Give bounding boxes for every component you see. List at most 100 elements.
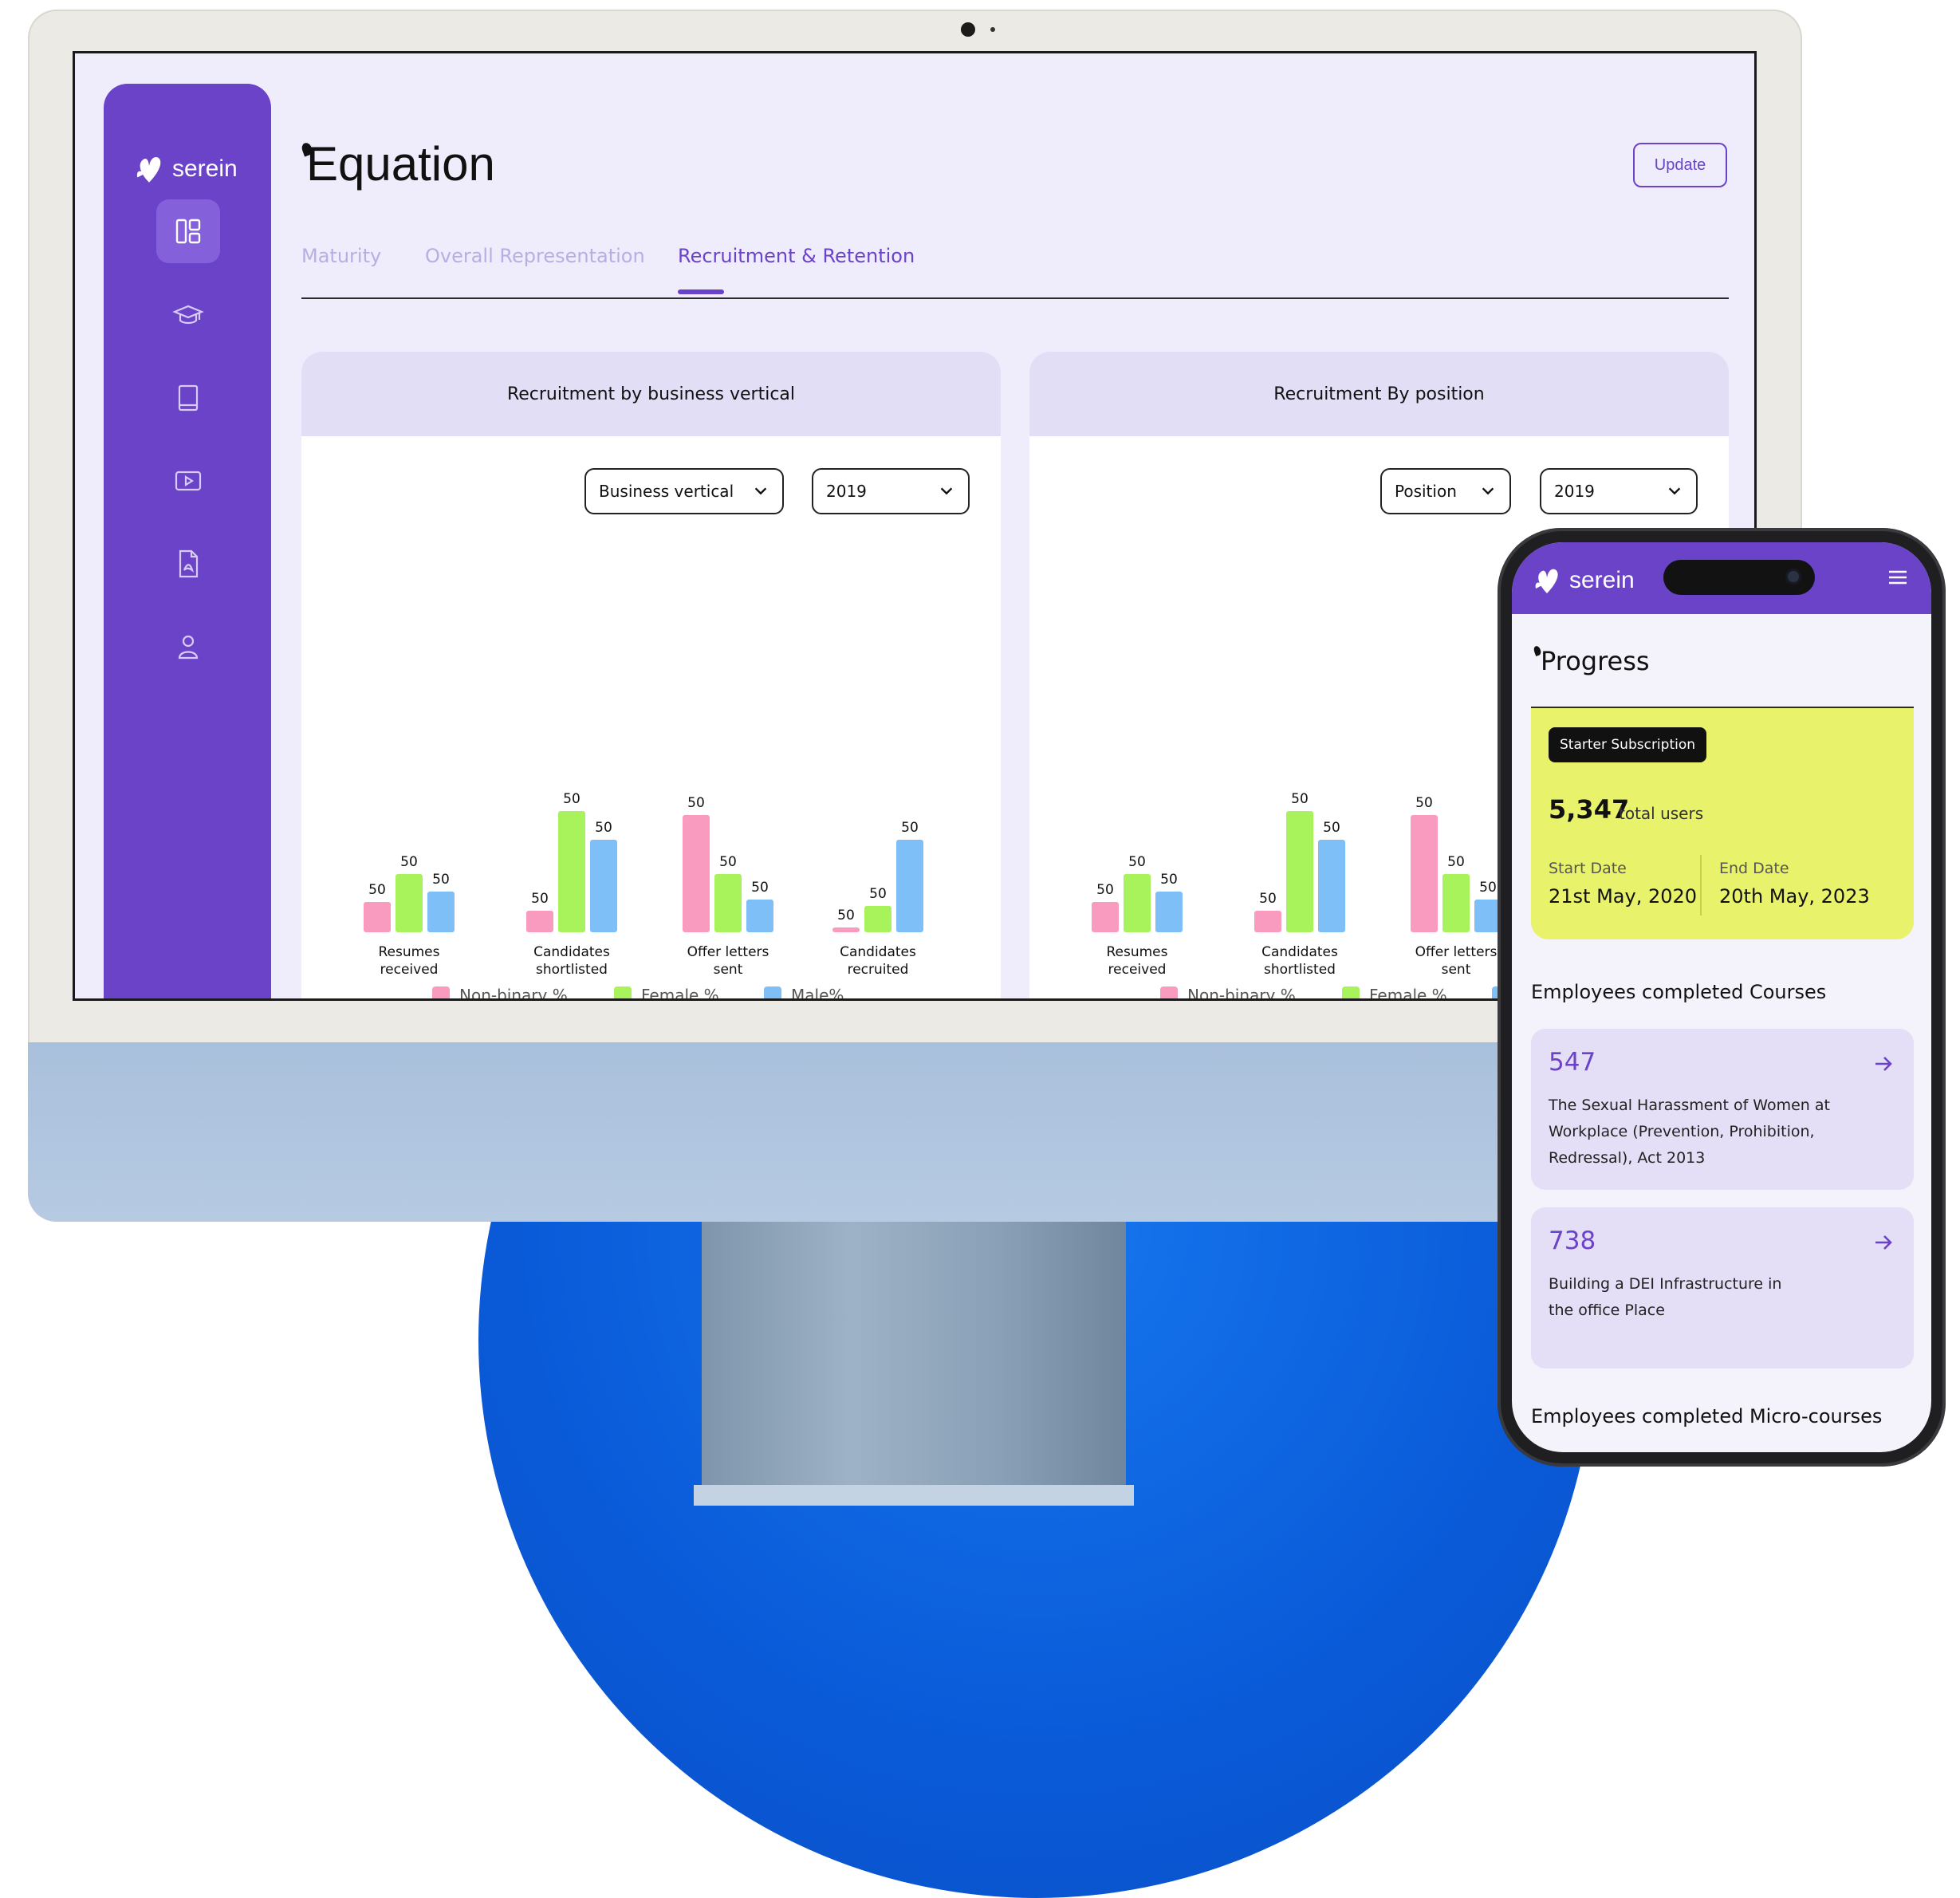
category-label: Candidates [1261, 944, 1338, 960]
hamburger-menu-icon[interactable] [1887, 566, 1909, 589]
category-label: Offer letters [687, 944, 769, 960]
phone-screen: serein Progress Starter Subscription 5,3… [1512, 542, 1931, 1452]
micro-courses-heading: Employees completed Micro-courses [1531, 1405, 1883, 1427]
chart-bar [1411, 815, 1438, 932]
chart-bar [864, 906, 891, 932]
chart-bar [714, 874, 742, 932]
pdf-document-icon [179, 549, 199, 578]
bar-value-label: 50 [368, 882, 386, 898]
start-date-value: 21st May, 2020 [1549, 885, 1698, 908]
active-tab-indicator [678, 289, 724, 294]
bar-value-label: 50 [1479, 880, 1497, 896]
graduation-cap-icon [172, 305, 204, 325]
tab-overall-representation[interactable]: Overall Representation [425, 245, 645, 267]
bar-value-label: 50 [563, 791, 581, 807]
update-button[interactable]: Update [1633, 143, 1727, 187]
recruitment-by-vertical-panel: Recruitment by business vertical Busines… [301, 352, 1001, 1001]
legend-label: Non-binary % [459, 986, 568, 1001]
total-users-label: total users [1619, 804, 1704, 823]
bar-value-label: 50 [751, 880, 769, 896]
chart-bar [590, 840, 617, 932]
courses-heading: Employees completed Courses [1531, 981, 1827, 1003]
tab-bar: Maturity Overall Representation Recruitm… [301, 245, 1729, 299]
category-label: received [380, 962, 439, 978]
subscription-card: Starter Subscription 5,347 total users S… [1531, 708, 1914, 939]
user-icon [178, 635, 199, 660]
category-label: Resumes [1106, 944, 1167, 960]
tab-maturity[interactable]: Maturity [301, 245, 381, 267]
category-label: shortlisted [1264, 962, 1336, 978]
legend-swatch [1342, 986, 1360, 998]
end-date-value: 20th May, 2023 [1719, 885, 1870, 908]
book-icon [178, 384, 199, 411]
bar-value-label: 50 [595, 820, 612, 836]
legend-label: Female % [1369, 986, 1447, 1001]
course-name: The Sexual Harassment of Women at Workpl… [1549, 1097, 1830, 1167]
category-label: shortlisted [536, 962, 608, 978]
course-card[interactable]: 547 The Sexual Harassment of Women at Wo… [1531, 1029, 1914, 1190]
bar-value-label: 50 [1128, 854, 1146, 870]
chart-bar [1442, 874, 1470, 932]
arrow-right-icon[interactable] [1872, 1231, 1895, 1254]
category-label: Candidates [840, 944, 916, 960]
category-label: recruited [848, 962, 909, 978]
brand-name: serein [172, 156, 238, 182]
category-label: received [1108, 962, 1167, 978]
chart-bar [1124, 874, 1151, 932]
monitor-stand-foot [694, 1485, 1134, 1506]
brand-name: serein [1569, 567, 1635, 593]
chart-bar [558, 811, 585, 932]
sidebar-item-profile[interactable] [156, 615, 220, 679]
bar-value-label: 50 [869, 886, 887, 902]
monitor-stand [702, 1222, 1126, 1506]
category-label: Resumes [378, 944, 439, 960]
total-users-count: 5,347 [1549, 794, 1630, 825]
legend-label: Male% [791, 986, 844, 1001]
serein-logo-icon [136, 156, 161, 183]
category-label: Offer letters [1415, 944, 1498, 960]
legend-swatch [432, 986, 450, 998]
chart-bar [364, 902, 391, 932]
bar-value-label: 50 [1415, 795, 1433, 811]
bar-value-label: 50 [432, 872, 450, 888]
chart-bar [896, 840, 923, 932]
dashboard-icon [175, 219, 201, 244]
sidebar-item-dashboard[interactable] [156, 199, 220, 263]
sidebar-item-library[interactable] [156, 366, 220, 430]
camera-indicator [990, 27, 995, 32]
course-completion-count: 738 [1549, 1227, 1596, 1255]
bar-value-label: 50 [1291, 791, 1309, 807]
chart-bar [832, 927, 860, 932]
chart-bar [1286, 811, 1313, 932]
arrow-right-icon[interactable] [1872, 1053, 1895, 1075]
legend-label: Non-binary % [1187, 986, 1296, 1001]
phone-logo[interactable]: serein [1531, 565, 1635, 597]
progress-title: Progress [1541, 646, 1650, 676]
serein-logo-icon [1535, 569, 1558, 593]
sidebar-item-documents[interactable] [156, 532, 220, 596]
bar-value-label: 50 [687, 795, 705, 811]
bar-value-label: 50 [837, 908, 855, 923]
bar-value-label: 50 [1096, 882, 1114, 898]
bar-value-label: 50 [901, 820, 919, 836]
chart-bar [1254, 911, 1281, 932]
category-label: sent [1442, 962, 1471, 978]
sidebar-item-courses[interactable] [156, 283, 220, 347]
course-card[interactable]: 738 Building a DEI Infrastructure in the… [1531, 1207, 1914, 1368]
camera-icon [961, 22, 975, 37]
video-play-icon [175, 471, 202, 491]
category-label: Candidates [533, 944, 610, 960]
chart-bar [1092, 902, 1119, 932]
sidebar-item-videos[interactable] [156, 449, 220, 513]
tab-recruitment-retention[interactable]: Recruitment & Retention [678, 245, 915, 267]
legend-swatch [764, 986, 781, 998]
sidebar-logo[interactable]: serein [132, 152, 238, 186]
dynamic-island [1663, 560, 1815, 595]
camera-lens-icon [1788, 571, 1799, 582]
legend-swatch [614, 986, 632, 998]
chart-bar [683, 815, 710, 932]
bar-value-label: 50 [1323, 820, 1340, 836]
bar-value-label: 50 [1259, 891, 1277, 907]
category-label: sent [714, 962, 743, 978]
bar-value-label: 50 [1447, 854, 1465, 870]
